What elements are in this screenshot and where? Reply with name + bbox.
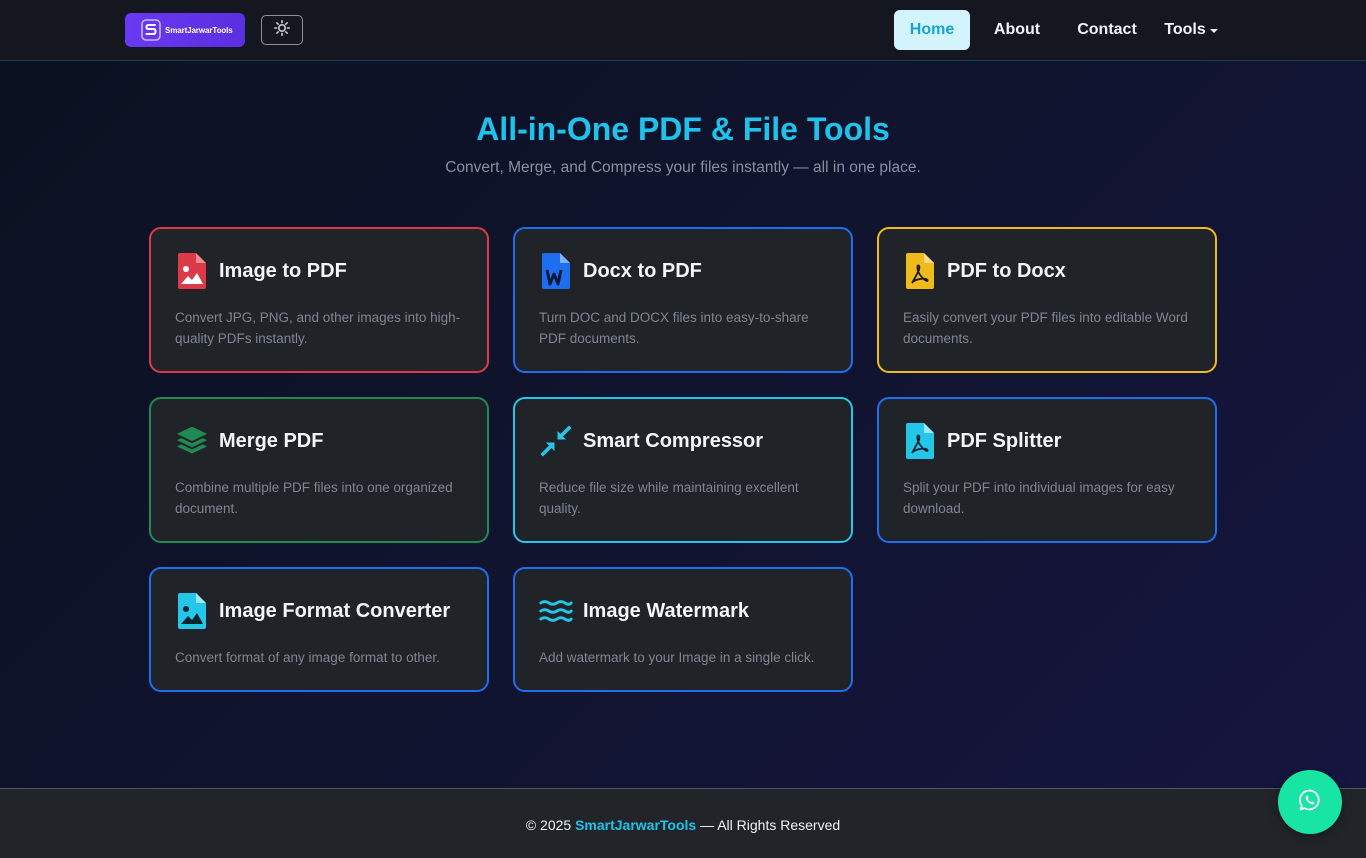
page-subtitle: Convert, Merge, and Compress your files … (445, 159, 921, 176)
tool-card-pdf-splitter[interactable]: PDF Splitter Split your PDF into individ… (877, 397, 1217, 543)
card-description: Easily convert your PDF files into edita… (903, 310, 1188, 346)
card-description: Convert format of any image format to ot… (175, 650, 440, 665)
theme-toggle-button[interactable] (261, 15, 303, 45)
whatsapp-icon (1299, 789, 1321, 816)
site-logo[interactable]: SmartJarwarTools (125, 13, 245, 47)
card-description: Convert JPG, PNG, and other images into … (175, 310, 461, 346)
tool-card-docx-to-pdf[interactable]: Docx to PDF Turn DOC and DOCX files into… (513, 227, 853, 373)
card-title: Smart Compressor (583, 429, 764, 452)
card-title: Image to PDF (219, 259, 347, 282)
footer-prefix: © 2025 (525, 817, 576, 833)
nav-tools-dropdown[interactable]: Tools (1150, 10, 1232, 50)
navbar: SmartJarwarTools Home About Contact Tool… (0, 0, 1366, 61)
sun-icon (274, 19, 290, 41)
footer-brand-link[interactable]: SmartJarwarTools (575, 817, 696, 833)
whatsapp-chat-button[interactable] (1278, 770, 1342, 834)
card-description: Reduce file size while maintaining excel… (539, 480, 799, 516)
file-pdf-icon (903, 422, 937, 460)
file-word-icon (539, 252, 573, 290)
card-title: Merge PDF (219, 429, 324, 452)
card-title: Image Watermark (583, 599, 749, 622)
nav-tools-label: Tools (1164, 21, 1206, 38)
card-description: Combine multiple PDF files into one orga… (175, 480, 453, 516)
footer-suffix: — All Rights Reserved (696, 817, 841, 833)
compress-arrows-icon (539, 422, 573, 460)
logo-text: SmartJarwarTools (165, 25, 233, 35)
nav-link-contact[interactable]: Contact (1064, 10, 1150, 50)
tool-card-pdf-to-docx[interactable]: PDF to Docx Easily convert your PDF file… (877, 227, 1217, 373)
logo-s-icon (141, 19, 161, 41)
footer-copyright: © 2025 SmartJarwarTools — All Rights Res… (0, 817, 1366, 833)
nav-links: Home About Contact Tools (894, 10, 1232, 50)
layers-icon (175, 422, 209, 460)
card-description: Turn DOC and DOCX files into easy-to-sha… (539, 310, 809, 346)
caret-down-icon (1209, 28, 1218, 33)
card-title: Docx to PDF (583, 259, 702, 282)
file-image-icon (175, 252, 209, 290)
tool-card-image-watermark[interactable]: Image Watermark Add watermark to your Im… (513, 567, 853, 692)
page-title: All-in-One PDF & File Tools (476, 111, 890, 147)
tool-card-image-to-pdf[interactable]: Image to PDF Convert JPG, PNG, and other… (149, 227, 489, 373)
file-image-icon (175, 592, 209, 630)
tool-card-image-format-converter[interactable]: Image Format Converter Convert format of… (149, 567, 489, 692)
nav-link-home[interactable]: Home (894, 10, 970, 50)
water-waves-icon (539, 592, 573, 630)
tool-card-merge-pdf[interactable]: Merge PDF Combine multiple PDF files int… (149, 397, 489, 543)
footer: © 2025 SmartJarwarTools — All Rights Res… (0, 788, 1366, 858)
tool-card-smart-compressor[interactable]: Smart Compressor Reduce file size while … (513, 397, 853, 543)
card-description: Add watermark to your Image in a single … (539, 650, 815, 665)
card-description: Split your PDF into individual images fo… (903, 480, 1175, 516)
card-title: PDF Splitter (947, 429, 1062, 452)
main-content: All-in-One PDF & File Tools Convert, Mer… (0, 61, 1366, 788)
nav-link-about[interactable]: About (970, 10, 1064, 50)
card-title: PDF to Docx (947, 259, 1066, 282)
card-title: Image Format Converter (219, 599, 451, 622)
file-pdf-icon (903, 252, 937, 290)
